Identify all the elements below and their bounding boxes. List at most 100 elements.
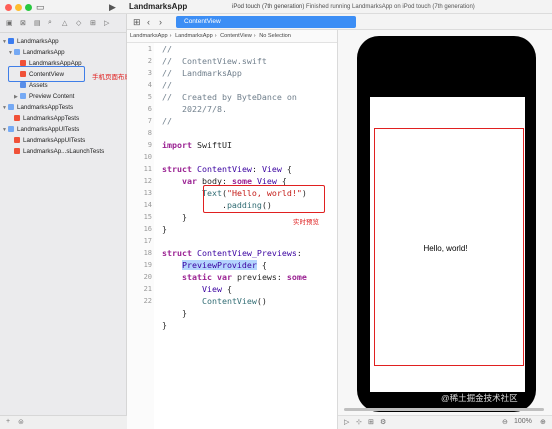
navigator-filter-bar: + ⊜ <box>0 415 127 429</box>
watermark: @稀土掘金技术社区 <box>441 393 518 403</box>
selectable-icon[interactable]: ⊹ <box>356 418 362 426</box>
line-number: 15 <box>143 213 152 221</box>
chevron-right-icon: › <box>169 33 172 39</box>
chevron-right-icon: › <box>214 33 217 39</box>
add-icon[interactable]: + <box>6 418 10 425</box>
line-number: 13 <box>143 189 152 197</box>
test-icon[interactable]: ◇ <box>76 19 81 27</box>
code-line[interactable]: 2022/7/8. <box>162 104 227 114</box>
forward-icon[interactable]: › <box>159 17 162 27</box>
filter-icon[interactable]: ⊜ <box>18 418 24 426</box>
debug-icon[interactable]: ⊞ <box>90 19 96 27</box>
tree-item-label: LandmarksAp...sLaunchTests <box>23 148 105 155</box>
tree-item-label: LandmarksAppUITests <box>23 137 86 144</box>
folder-icon <box>8 125 14 132</box>
code-line[interactable]: View { <box>162 284 232 294</box>
code-line[interactable]: struct ContentView_Previews: <box>162 248 302 258</box>
line-number: 5 <box>147 93 152 101</box>
code-line[interactable]: // <box>162 80 172 90</box>
line-number: 22 <box>143 297 152 305</box>
swift-file-icon <box>14 147 20 154</box>
live-preview-icon[interactable]: ▷ <box>344 418 349 426</box>
device-settings-icon[interactable]: ⚙ <box>380 418 386 426</box>
code-line[interactable]: } <box>162 224 167 234</box>
code-annotation-label: 实时预览 <box>293 219 319 226</box>
breadcrumb-item[interactable]: No Selection <box>259 33 291 39</box>
line-number: 21 <box>143 285 152 293</box>
line-number: 4 <box>147 81 152 89</box>
line-number: 10 <box>143 153 152 161</box>
code-line[interactable]: import SwiftUI <box>162 140 232 150</box>
line-number: 6 <box>147 105 152 113</box>
breadcrumb-item[interactable]: ContentView <box>220 33 252 39</box>
line-number: 3 <box>147 69 152 77</box>
navigator-tabs: ▣ ⊠ ▤ ⌕ △ ◇ ⊞ ▷ <box>0 14 127 33</box>
tree-item-group[interactable]: ▼ LandmarksAppUITests <box>0 124 127 135</box>
variants-icon[interactable]: ⊞ <box>368 418 374 426</box>
tree-item-label: Preview Content <box>29 93 75 100</box>
tree-item-file[interactable]: LandmarksAppTests <box>0 113 127 124</box>
code-line[interactable]: PreviewProvider { <box>162 260 267 270</box>
tree-item-group[interactable]: ▼ LandmarksApp <box>0 47 127 58</box>
tree-item-label: LandmarksApp <box>23 49 65 56</box>
activity-status: Finished running LandmarksApp on iPod to… <box>306 4 475 10</box>
breadcrumb-item[interactable]: LandmarksApp <box>130 33 168 39</box>
annotation-label: 手机页面布局 <box>92 74 131 81</box>
zoom-out-icon[interactable]: ⊖ <box>502 418 508 426</box>
tree-item-file[interactable]: LandmarksAp...sLaunchTests <box>0 146 127 157</box>
code-line[interactable]: } <box>162 212 187 222</box>
line-number: 2 <box>147 57 152 65</box>
line-number: 16 <box>143 225 152 233</box>
zoom-in-icon[interactable]: ⊕ <box>540 418 546 426</box>
scheme-selector[interactable]: iPod touch (7th generation) <box>196 2 304 12</box>
code-line[interactable]: // LandmarksApp <box>162 68 242 78</box>
play-icon[interactable]: ▶ <box>109 2 116 12</box>
editor-tab-bar: ⊞ ‹ › ContentView <box>127 14 552 30</box>
symbol-icon[interactable]: ▤ <box>34 19 41 27</box>
minimize-window-button[interactable] <box>15 4 22 11</box>
tree-item-file[interactable]: LandmarksAppUITests <box>0 135 127 146</box>
code-line[interactable]: static var previews: some <box>162 272 307 282</box>
code-line[interactable]: struct ContentView: View { <box>162 164 292 174</box>
line-number: 8 <box>147 129 152 137</box>
code-line[interactable]: } <box>162 320 167 330</box>
tab-contentview[interactable]: ContentView <box>176 16 356 28</box>
app-title: LandmarksApp <box>129 2 188 11</box>
zoom-window-button[interactable] <box>25 4 32 11</box>
canvas-scrollbar[interactable] <box>344 408 544 411</box>
source-editor[interactable]: 1 2 3 4 5 6 7 8 9 10 11 12 13 14 15 16 17 18 19 20 21 22 // /… <box>127 43 337 429</box>
swift-file-icon <box>14 114 20 121</box>
tree-item-label: LandmarksAppTests <box>17 104 74 111</box>
folder-icon[interactable]: ▣ <box>6 19 13 27</box>
breakpoint-icon[interactable]: ▷ <box>104 19 109 27</box>
line-number: 11 <box>143 165 152 173</box>
close-window-button[interactable] <box>5 4 12 11</box>
code-line[interactable]: // <box>162 116 172 126</box>
breadcrumb-item[interactable]: LandmarksApp <box>175 33 213 39</box>
project-icon <box>8 37 14 44</box>
xcode-window: ▭ ▶ LandmarksApp iPod touch (7th generat… <box>0 0 552 429</box>
code-line[interactable]: // ContentView.swift <box>162 56 267 66</box>
tree-item-label: LandmarksAppTests <box>23 115 80 122</box>
preview-text: Hello, world! <box>423 244 468 253</box>
code-annotation-box <box>203 185 325 213</box>
back-icon[interactable]: ‹ <box>147 17 150 27</box>
line-number: 9 <box>147 141 152 149</box>
tree-item-label: Assets <box>29 82 48 89</box>
tree-item-group[interactable]: ▼ LandmarksAppTests <box>0 102 127 113</box>
code-line[interactable]: ContentView() <box>162 296 267 306</box>
folder-icon <box>14 48 20 55</box>
grid-icon[interactable]: ⊞ <box>133 17 141 27</box>
code-line[interactable]: } <box>162 308 187 318</box>
sidebar-toggle-icon[interactable]: ▭ <box>36 2 45 12</box>
tree-item-group[interactable]: ▶ Preview Content <box>0 91 127 102</box>
zoom-level[interactable]: 100% <box>514 418 532 425</box>
tree-item-project[interactable]: ▼ LandmarksApp <box>0 36 127 47</box>
device-chip-label: iPod touch (7th generation) <box>232 4 305 10</box>
find-icon[interactable]: ⌕ <box>48 19 52 27</box>
code-line[interactable]: // Created by ByteDance on <box>162 92 297 102</box>
issue-icon[interactable]: △ <box>62 19 67 27</box>
code-line[interactable]: // <box>162 44 172 54</box>
source-control-icon[interactable]: ⊠ <box>20 19 26 27</box>
annotation-highlight-box <box>8 66 85 82</box>
